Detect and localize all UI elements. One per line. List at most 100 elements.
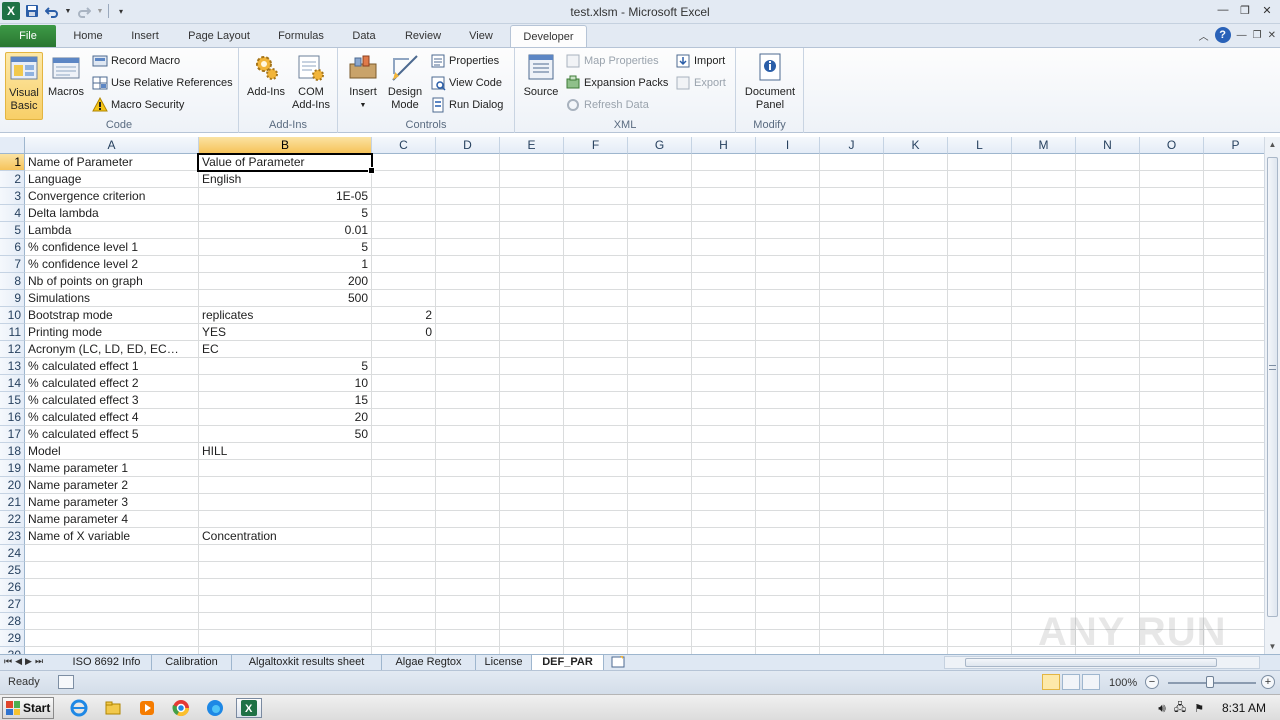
cell-n20[interactable]: [1076, 477, 1140, 494]
cell-e13[interactable]: [500, 358, 564, 375]
cell-p17[interactable]: [1204, 426, 1264, 443]
cell-g23[interactable]: [628, 528, 692, 545]
cell-d24[interactable]: [436, 545, 500, 562]
cell-c16[interactable]: [372, 409, 436, 426]
import-button[interactable]: Import: [675, 52, 725, 70]
cell-b19[interactable]: [199, 460, 372, 477]
cell-d6[interactable]: [436, 239, 500, 256]
cell-d16[interactable]: [436, 409, 500, 426]
cell-f16[interactable]: [564, 409, 628, 426]
cell-m25[interactable]: [1012, 562, 1076, 579]
cell-f7[interactable]: [564, 256, 628, 273]
cell-k12[interactable]: [884, 341, 948, 358]
cell-j24[interactable]: [820, 545, 884, 562]
row-header[interactable]: 20: [0, 477, 25, 494]
cell-k18[interactable]: [884, 443, 948, 460]
cell-l18[interactable]: [948, 443, 1012, 460]
cell-n12[interactable]: [1076, 341, 1140, 358]
cell-f12[interactable]: [564, 341, 628, 358]
cell-d13[interactable]: [436, 358, 500, 375]
cell-a17[interactable]: % calculated effect 5: [25, 426, 199, 443]
cell-a8[interactable]: Nb of points on graph: [25, 273, 199, 290]
tab-formulas[interactable]: Formulas: [268, 25, 334, 47]
cell-e10[interactable]: [500, 307, 564, 324]
cell-j26[interactable]: [820, 579, 884, 596]
macros-button[interactable]: Macros: [46, 52, 86, 99]
cell-m16[interactable]: [1012, 409, 1076, 426]
cell-p22[interactable]: [1204, 511, 1264, 528]
workbook-minimize-icon[interactable]: —: [1237, 30, 1247, 41]
cell-d1[interactable]: [436, 154, 500, 171]
cell-d27[interactable]: [436, 596, 500, 613]
cell-a2[interactable]: Language: [25, 171, 199, 188]
cell-a3[interactable]: Convergence criterion: [25, 188, 199, 205]
cell-p9[interactable]: [1204, 290, 1264, 307]
cell-e22[interactable]: [500, 511, 564, 528]
cell-g24[interactable]: [628, 545, 692, 562]
cell-a27[interactable]: [25, 596, 199, 613]
cell-o14[interactable]: [1140, 375, 1204, 392]
cell-e27[interactable]: [500, 596, 564, 613]
cell-d23[interactable]: [436, 528, 500, 545]
cell-m22[interactable]: [1012, 511, 1076, 528]
cell-e1[interactable]: [500, 154, 564, 171]
cell-j30[interactable]: [820, 647, 884, 654]
cell-l20[interactable]: [948, 477, 1012, 494]
cell-i24[interactable]: [756, 545, 820, 562]
cell-j6[interactable]: [820, 239, 884, 256]
cell-p19[interactable]: [1204, 460, 1264, 477]
column-header-k[interactable]: K: [884, 137, 948, 154]
cell-e19[interactable]: [500, 460, 564, 477]
minimize-icon[interactable]: —: [1212, 0, 1234, 20]
row-header[interactable]: 8: [0, 273, 25, 290]
column-header-j[interactable]: J: [820, 137, 884, 154]
properties-button[interactable]: Properties: [430, 52, 499, 70]
next-sheet-icon[interactable]: ▶: [25, 656, 32, 667]
cell-j9[interactable]: [820, 290, 884, 307]
cell-h19[interactable]: [692, 460, 756, 477]
cell-k19[interactable]: [884, 460, 948, 477]
cell-b12[interactable]: EC: [199, 341, 372, 358]
row-header[interactable]: 26: [0, 579, 25, 596]
cell-c4[interactable]: [372, 205, 436, 222]
cell-c29[interactable]: [372, 630, 436, 647]
cell-p20[interactable]: [1204, 477, 1264, 494]
cell-b14[interactable]: 10: [199, 375, 372, 392]
cell-a12[interactable]: Acronym (LC, LD, ED, EC…: [25, 341, 199, 358]
row-header[interactable]: 15: [0, 392, 25, 409]
cell-a20[interactable]: Name parameter 2: [25, 477, 199, 494]
row-header[interactable]: 19: [0, 460, 25, 477]
volume-icon[interactable]: 🔊︎: [1158, 701, 1166, 716]
cell-i19[interactable]: [756, 460, 820, 477]
cell-i16[interactable]: [756, 409, 820, 426]
cell-f24[interactable]: [564, 545, 628, 562]
cell-l17[interactable]: [948, 426, 1012, 443]
cell-m9[interactable]: [1012, 290, 1076, 307]
cell-c22[interactable]: [372, 511, 436, 528]
cell-i25[interactable]: [756, 562, 820, 579]
view-code-button[interactable]: View Code: [430, 74, 502, 92]
sheet-tab-iso-8692-info[interactable]: ISO 8692 Info: [62, 655, 152, 670]
cell-i9[interactable]: [756, 290, 820, 307]
cell-l4[interactable]: [948, 205, 1012, 222]
cell-n14[interactable]: [1076, 375, 1140, 392]
cell-j21[interactable]: [820, 494, 884, 511]
cell-b16[interactable]: 20: [199, 409, 372, 426]
cell-c8[interactable]: [372, 273, 436, 290]
cell-o7[interactable]: [1140, 256, 1204, 273]
column-header-n[interactable]: N: [1076, 137, 1140, 154]
cell-f22[interactable]: [564, 511, 628, 528]
cell-l1[interactable]: [948, 154, 1012, 171]
cell-g16[interactable]: [628, 409, 692, 426]
cell-p25[interactable]: [1204, 562, 1264, 579]
cell-p28[interactable]: [1204, 613, 1264, 630]
cell-k23[interactable]: [884, 528, 948, 545]
zoom-out-icon[interactable]: −: [1145, 675, 1159, 689]
cell-f18[interactable]: [564, 443, 628, 460]
design-mode-button[interactable]: Design Mode: [384, 52, 426, 112]
insert-control-button[interactable]: Insert ▼: [344, 52, 382, 112]
column-header-h[interactable]: H: [692, 137, 756, 154]
cell-l28[interactable]: [948, 613, 1012, 630]
close-icon[interactable]: ✕: [1256, 0, 1278, 20]
refresh-data-button[interactable]: Refresh Data: [565, 96, 649, 114]
